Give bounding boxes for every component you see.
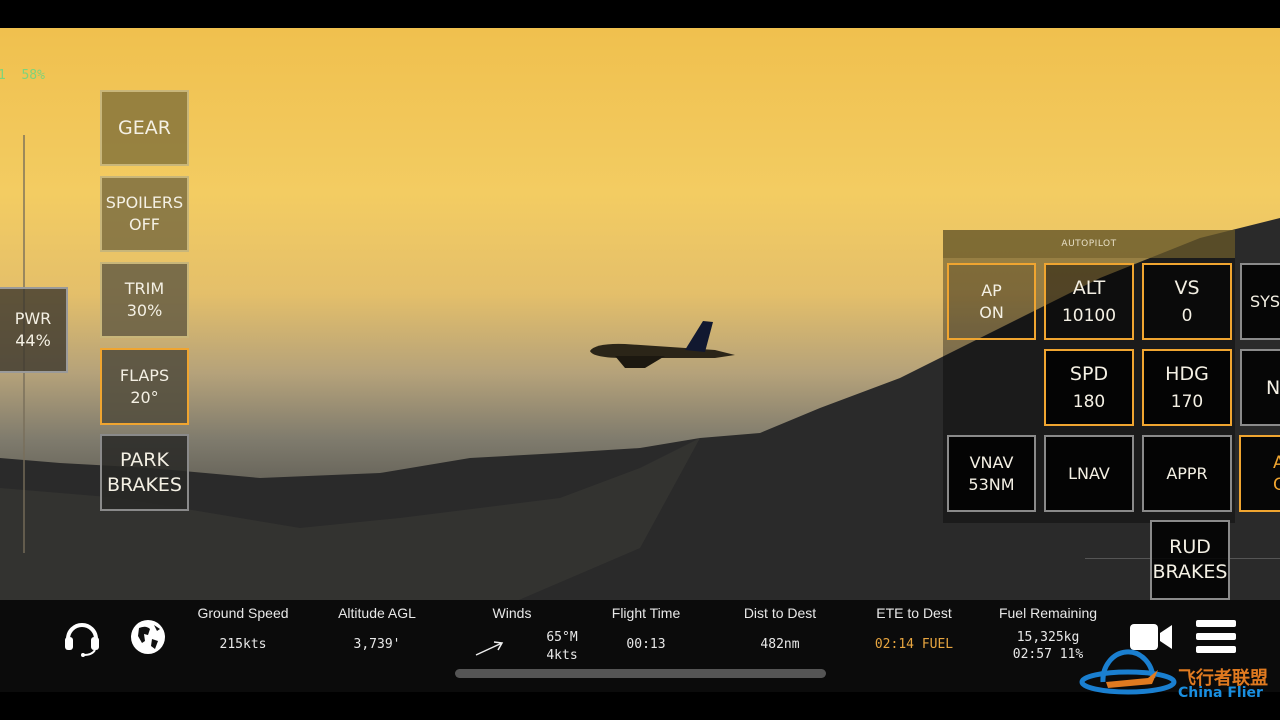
vs-value: 0 [1181,305,1193,326]
appr-button[interactable]: APPR [1142,435,1232,512]
gear-button[interactable]: GEAR [100,90,189,166]
spd-button[interactable]: SPD 180 [1044,349,1134,426]
ap-toggle-button[interactable]: AP ON [947,263,1036,340]
dist-stat: Dist to Dest 482nm [710,605,850,652]
autothrottle-button[interactable]: AO [1239,435,1280,512]
altitude-value: 3,739' [353,637,401,652]
power-display: PWR 44% [0,287,68,373]
scrollbar[interactable] [455,669,826,678]
hdg-value: 170 [1170,391,1204,412]
globe-icon[interactable] [130,619,166,655]
ground-speed-label: Ground Speed [197,605,289,621]
ground-speed-stat: Ground Speed 215kts [173,605,313,652]
trim-button[interactable]: TRIM 30% [100,262,189,338]
alt-button[interactable]: ALT 10100 [1044,263,1134,340]
rud-value: BRAKES [1152,561,1228,583]
flaps-button[interactable]: FLAPS 20° [100,348,189,425]
flaps-label: FLAPS [119,365,170,385]
power-value: 44% [15,331,51,350]
ete-label: ETE to Dest [876,605,952,621]
menu-icon[interactable] [1196,620,1238,654]
rudder-brakes-button[interactable]: RUD BRAKES [1150,520,1230,600]
spoilers-label: SPOILERS [105,193,184,212]
fuel-label: Fuel Remaining [998,605,1098,621]
trim-label: TRIM [124,279,165,298]
hdg-button[interactable]: HDG 170 [1142,349,1232,426]
autopilot-header: AUTOPILOT [943,230,1235,258]
rud-label: RUD [1169,536,1211,558]
vnav-button[interactable]: VNAV 53NM [947,435,1036,512]
altitude-stat: Altitude AGL 3,739' [307,605,447,652]
headset-icon[interactable] [62,617,102,657]
watermark-en: China Flier [1178,685,1263,701]
flight-time-stat: Flight Time 00:13 [576,605,716,652]
dist-value: 482nm [760,637,800,652]
vs-label: VS [1174,276,1200,299]
alt-value: 10100 [1061,305,1117,326]
altitude-label: Altitude AGL [338,605,416,621]
fuel-mass: 15,325kg [1016,630,1080,645]
spoilers-value: OFF [129,215,160,234]
airplane [590,321,735,368]
spd-value: 180 [1072,391,1106,412]
autothrottle-value: O [1273,474,1280,495]
power-label: PWR [14,309,52,328]
vs-button[interactable]: VS 0 [1142,263,1232,340]
systems-button[interactable]: SYST [1240,263,1280,340]
systems-label: SYST [1250,291,1280,311]
nav-button[interactable]: N [1240,349,1280,426]
appr-label: APPR [1166,463,1208,483]
winds-stat: Winds [442,605,582,623]
alt-label: ALT [1072,276,1106,299]
winds-label: Winds [492,605,532,621]
flight-time-label: Flight Time [611,605,681,621]
park-value: BRAKES [107,473,182,496]
ete-value: 02:14 FUEL [874,637,954,652]
park-brakes-button[interactable]: PARK BRAKES [100,434,189,511]
trim-value: 30% [126,301,163,320]
china-flier-logo [1079,649,1177,695]
gear-label: GEAR [118,117,171,139]
flight-time-value: 00:13 [626,637,666,652]
hud-readout: 1 58% [0,68,45,83]
spoilers-button[interactable]: SPOILERS OFF [100,176,189,252]
dist-label: Dist to Dest [743,605,817,621]
ete-stat: ETE to Dest 02:14 FUEL [844,605,984,652]
autothrottle-label: A [1273,452,1280,473]
lnav-label: LNAV [1068,463,1110,483]
ground-speed-value: 215kts [219,637,267,652]
lnav-button[interactable]: LNAV [1044,435,1134,512]
vnav-label: VNAV [969,452,1014,472]
vnav-value: 53NM [968,474,1015,494]
ap-label: AP [981,280,1002,300]
nav-label: N [1266,376,1280,399]
spd-label: SPD [1069,362,1109,385]
flaps-value: 20° [130,387,159,407]
ap-value: ON [979,302,1004,322]
wind-arrow-icon [475,641,504,656]
park-label: PARK [120,448,169,471]
hdg-label: HDG [1165,362,1209,385]
